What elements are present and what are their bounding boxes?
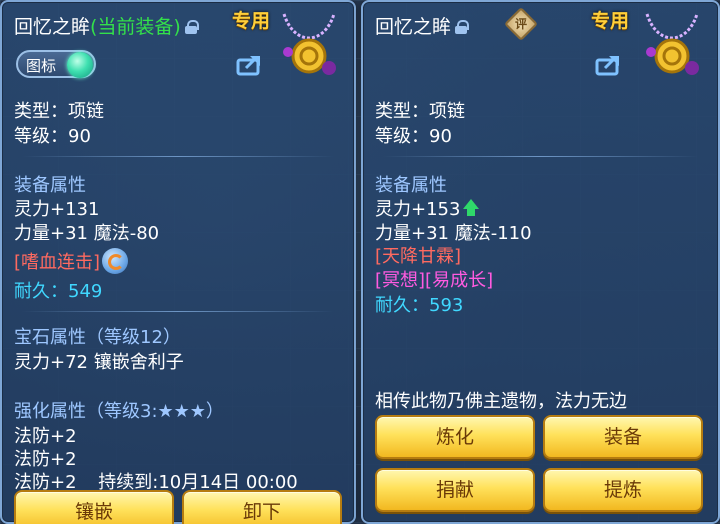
durability: 耐久：593 — [375, 295, 464, 316]
share-icon[interactable] — [236, 52, 264, 76]
item-title: 回忆之眸 — [375, 12, 470, 39]
attr-line: 力量+31 魔法-80 — [14, 223, 160, 244]
refresh-icon[interactable] — [102, 248, 129, 274]
special-effects: [冥想][易成长] — [375, 270, 494, 291]
icon-toggle[interactable]: 图标 — [16, 50, 96, 78]
item-title: 回忆之眸(当前装备) — [14, 12, 199, 39]
lock-icon — [455, 20, 470, 34]
exclusive-tag: 专用 — [591, 10, 630, 32]
attr-line: 灵力+131 — [14, 199, 100, 220]
enhance-heading: 强化属性（等级3:★★★） — [14, 401, 224, 422]
item-type: 类型：项链 — [14, 101, 104, 122]
item-description: 相传此物乃佛主遗物，法力无边 — [375, 391, 627, 412]
toggle-knob — [67, 52, 93, 78]
extract-button[interactable]: 提炼 — [543, 468, 703, 512]
attr-value: 灵力+153 — [375, 199, 461, 220]
equip-button[interactable]: 装备 — [543, 415, 703, 459]
appraise-icon[interactable]: 评 — [504, 7, 538, 41]
attr-heading: 装备属性 — [375, 175, 447, 196]
refine-button[interactable]: 炼化 — [375, 415, 535, 459]
equipped-status: (当前装备) — [90, 16, 181, 38]
attr-heading: 装备属性 — [14, 175, 86, 196]
exclusive-tag: 专用 — [232, 10, 271, 32]
item-name: 回忆之眸 — [375, 16, 452, 38]
share-icon[interactable] — [595, 52, 623, 76]
up-arrow-icon — [462, 199, 480, 217]
item-tooltip: 回忆之眸 评 专用 类型：项链 等级：90 装备属性 灵力+153 力量+31 … — [361, 0, 720, 524]
lock-icon — [184, 20, 199, 34]
skill-name: [嗜血连击] — [14, 252, 101, 273]
toggle-label: 图标 — [26, 57, 57, 75]
necklace-icon — [282, 13, 336, 75]
item-level: 等级：90 — [375, 126, 452, 147]
skill-line: [嗜血连击] — [14, 248, 129, 274]
divider — [383, 156, 698, 157]
item-level: 等级：90 — [14, 126, 91, 147]
durability: 耐久：549 — [14, 281, 103, 302]
inlay-button[interactable]: 镶嵌 — [14, 490, 174, 524]
skill-name: [天降甘霖] — [375, 246, 462, 267]
divider — [22, 156, 334, 157]
item-name: 回忆之眸 — [14, 16, 91, 38]
donate-button[interactable]: 捐献 — [375, 468, 535, 512]
item-type: 类型：项链 — [375, 101, 465, 122]
unequip-button[interactable]: 卸下 — [182, 490, 342, 524]
attr-line: 灵力+153 — [375, 195, 480, 221]
necklace-icon — [645, 13, 699, 75]
equipped-item-tooltip: 回忆之眸(当前装备) 专用 图标 类型：项链 等级：90 装备属性 灵力+131… — [0, 0, 356, 524]
divider — [22, 311, 334, 312]
gem-heading: 宝石属性（等级12） — [14, 327, 181, 348]
gem-detail: 灵力+72 镶嵌舍利子 — [14, 352, 184, 373]
